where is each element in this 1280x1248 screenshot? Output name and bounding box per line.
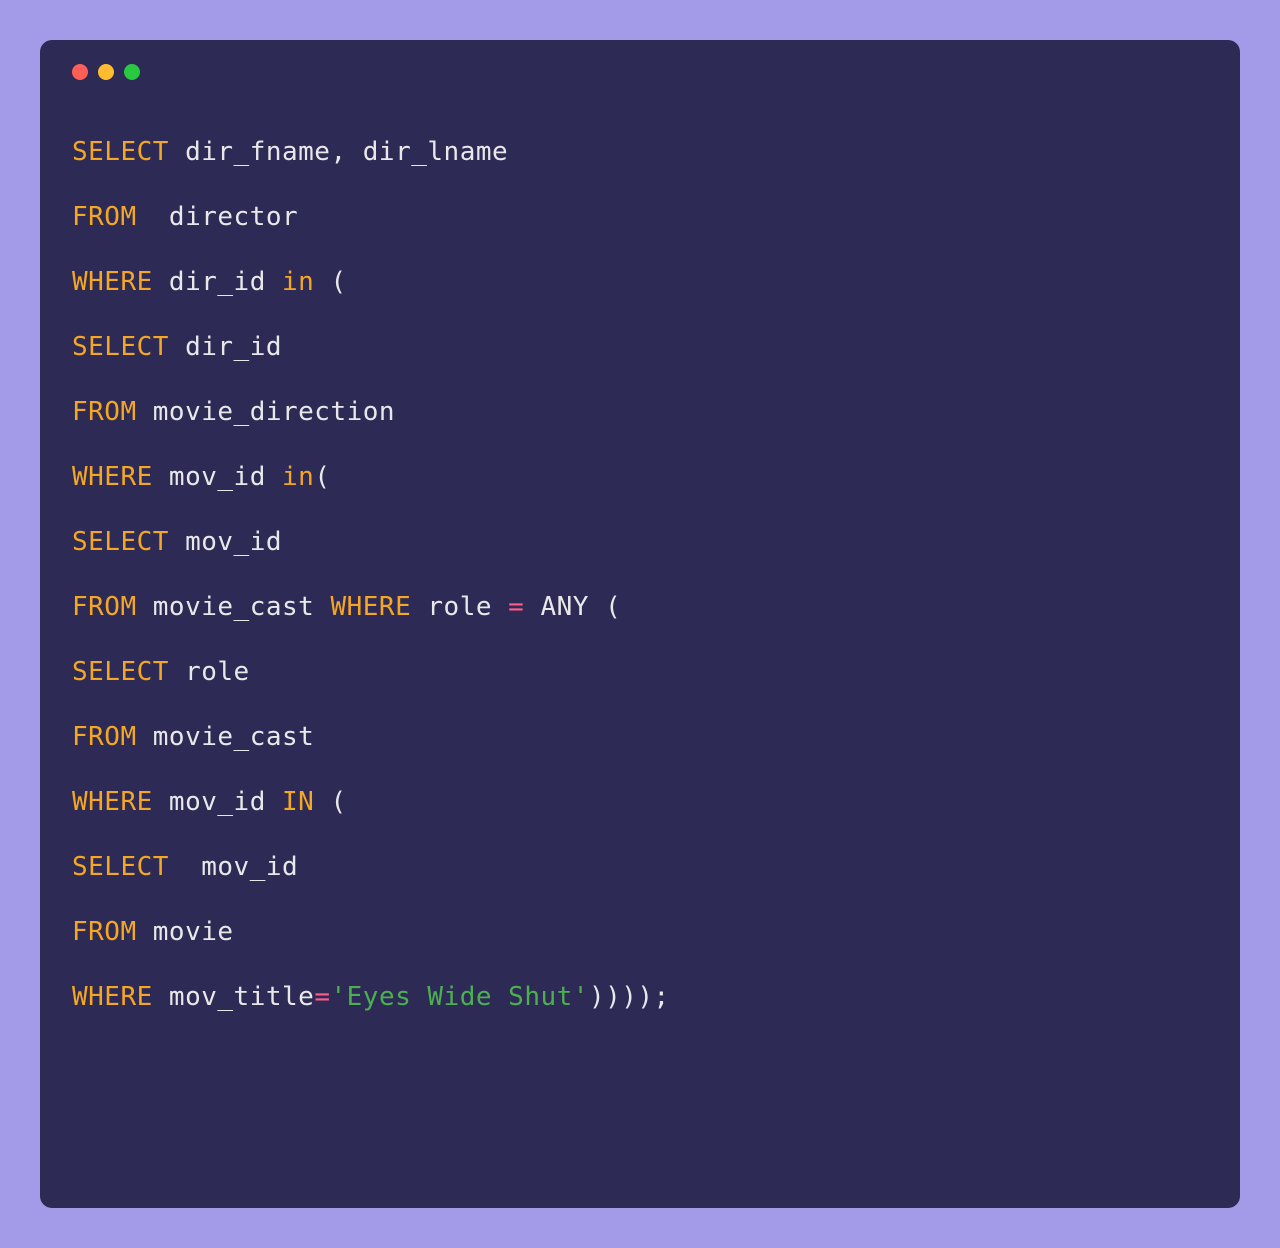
code-token-keyword: WHERE xyxy=(72,462,153,492)
code-line: WHERE dir_id in ( xyxy=(72,250,1208,315)
code-content: SELECT dir_fname, dir_lnameFROM director… xyxy=(72,120,1208,1030)
code-line: FROM movie_cast xyxy=(72,705,1208,770)
code-line: SELECT dir_fname, dir_lname xyxy=(72,120,1208,185)
code-line: SELECT mov_id xyxy=(72,835,1208,900)
code-token-equals: = xyxy=(314,982,330,1012)
code-token-keyword: IN xyxy=(282,787,314,817)
code-token-punct: ( xyxy=(314,462,330,492)
code-token-equals: = xyxy=(508,592,524,622)
code-token-punct: , xyxy=(330,137,346,167)
maximize-icon[interactable] xyxy=(124,64,140,80)
code-line: SELECT dir_id xyxy=(72,315,1208,380)
code-line: WHERE mov_id in( xyxy=(72,445,1208,510)
code-line: FROM movie_direction xyxy=(72,380,1208,445)
code-token-keyword: FROM xyxy=(72,722,137,752)
code-token-punct: ( xyxy=(605,592,621,622)
code-window: SELECT dir_fname, dir_lnameFROM director… xyxy=(40,40,1240,1208)
code-token-identifier: movie_cast xyxy=(137,722,331,752)
code-token-identifier: role xyxy=(411,592,508,622)
code-token-punct: ( xyxy=(314,267,346,297)
code-line: FROM director xyxy=(72,185,1208,250)
code-token-keyword: SELECT xyxy=(72,527,169,557)
code-token-identifier: mov_id xyxy=(169,852,314,882)
code-token-punct: ( xyxy=(314,787,346,817)
code-token-keyword: FROM xyxy=(72,202,137,232)
code-token-keyword: SELECT xyxy=(72,852,169,882)
code-token-keyword: SELECT xyxy=(72,657,169,687)
code-token-identifier: mov_title xyxy=(153,982,315,1012)
code-token-keyword: SELECT xyxy=(72,137,169,167)
code-token-keyword: FROM xyxy=(72,397,137,427)
code-token-punct: )))); xyxy=(589,982,670,1012)
code-line: WHERE mov_title='Eyes Wide Shut')))); xyxy=(72,965,1208,1030)
code-token-identifier: role xyxy=(169,657,266,687)
code-token-identifier: mov_id xyxy=(153,462,282,492)
code-line: SELECT role xyxy=(72,640,1208,705)
code-token-keyword: WHERE xyxy=(330,592,411,622)
code-line: FROM movie xyxy=(72,900,1208,965)
code-line: SELECT mov_id xyxy=(72,510,1208,575)
code-token-identifier: movie_cast xyxy=(137,592,331,622)
code-token-identifier: movie_direction xyxy=(137,397,395,427)
code-token-keyword: FROM xyxy=(72,917,137,947)
code-token-keyword: SELECT xyxy=(72,332,169,362)
code-token-identifier: mov_id xyxy=(169,527,298,557)
code-token-identifier: movie xyxy=(137,917,250,947)
minimize-icon[interactable] xyxy=(98,64,114,80)
code-token-keyword: FROM xyxy=(72,592,137,622)
code-line: WHERE mov_id IN ( xyxy=(72,770,1208,835)
traffic-lights xyxy=(72,64,1208,80)
code-token-keyword: WHERE xyxy=(72,982,153,1012)
code-token-string: 'Eyes Wide Shut' xyxy=(330,982,588,1012)
code-token-identifier: dir_fname xyxy=(169,137,331,167)
code-token-identifier: dir_id xyxy=(153,267,282,297)
code-token-identifier: mov_id xyxy=(153,787,282,817)
code-line: FROM movie_cast WHERE role = ANY ( xyxy=(72,575,1208,640)
code-token-identifier: dir_lname xyxy=(347,137,509,167)
code-token-in-keyword: in xyxy=(282,267,314,297)
code-token-identifier: director xyxy=(137,202,299,232)
close-icon[interactable] xyxy=(72,64,88,80)
code-token-any-keyword: ANY xyxy=(524,592,605,622)
code-token-in-keyword: in xyxy=(282,462,314,492)
code-token-identifier: dir_id xyxy=(169,332,298,362)
code-token-keyword: WHERE xyxy=(72,787,153,817)
code-token-keyword: WHERE xyxy=(72,267,153,297)
